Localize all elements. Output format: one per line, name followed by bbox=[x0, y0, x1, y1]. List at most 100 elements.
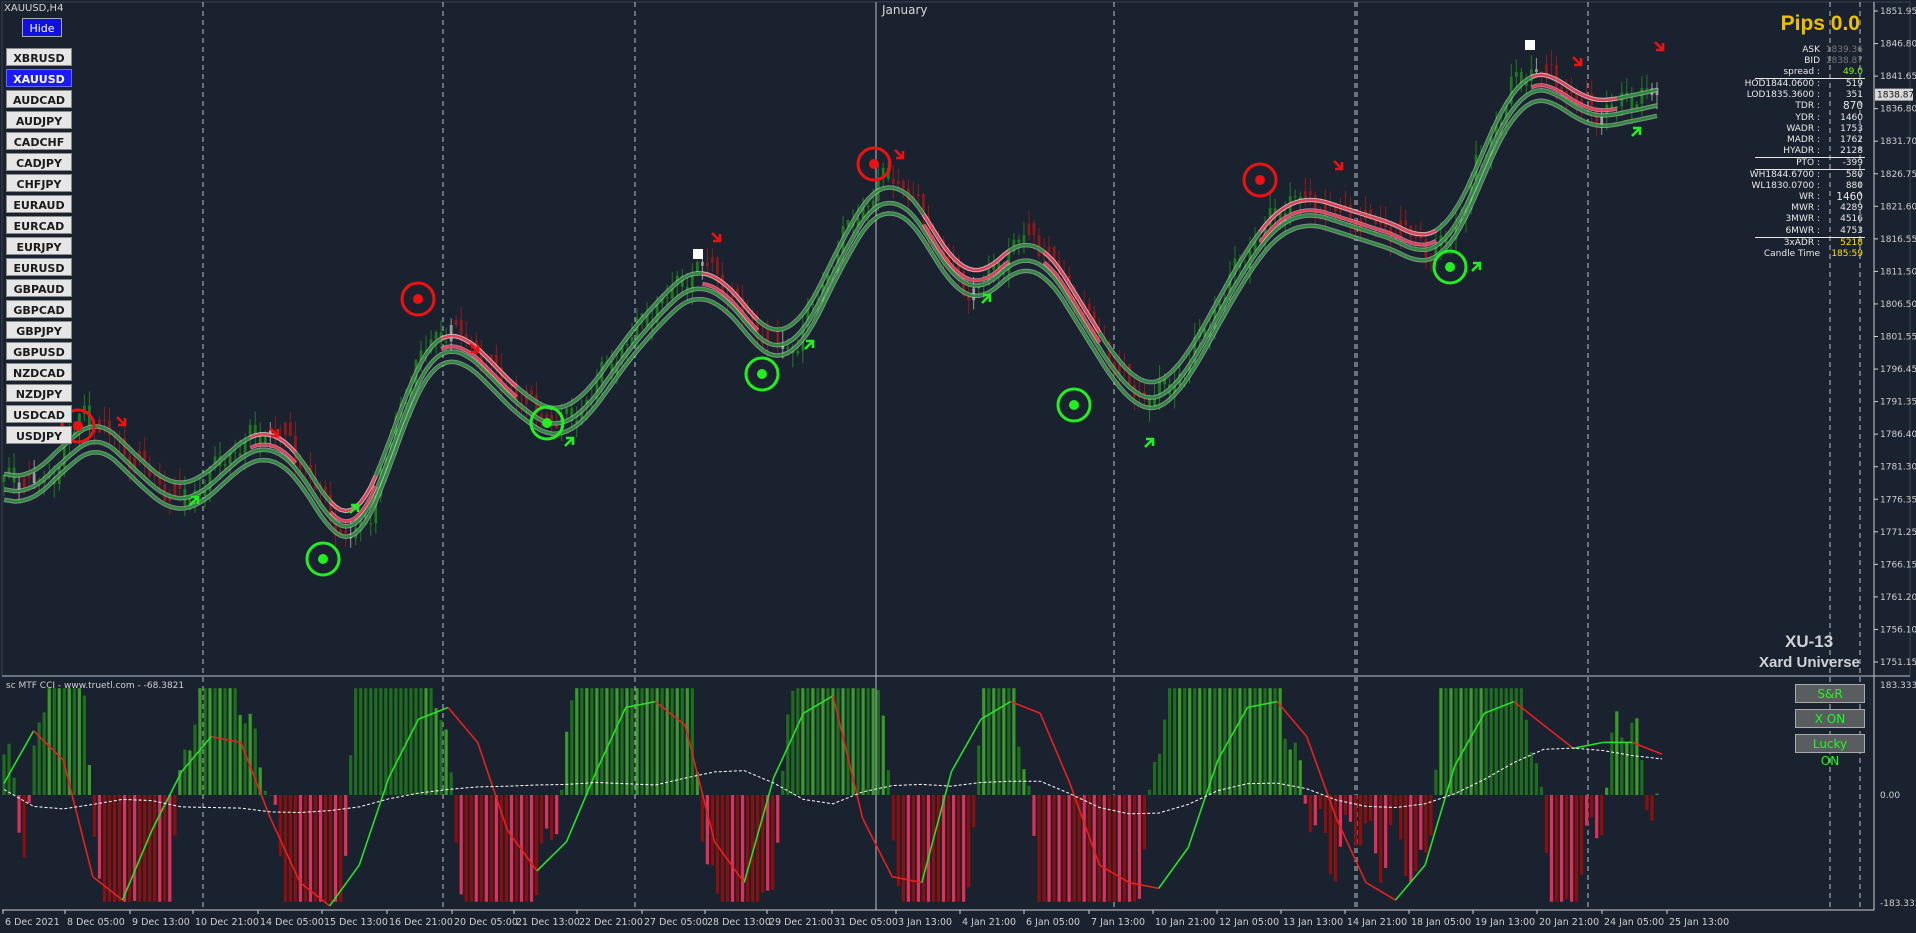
cci-bar bbox=[580, 688, 584, 795]
cci-bar bbox=[1529, 752, 1533, 795]
symbol-button-cadchf[interactable]: CADCHF bbox=[6, 132, 72, 150]
cci-bar bbox=[243, 723, 247, 795]
candle-body bbox=[344, 530, 348, 534]
symbol-button-xauusd[interactable]: XAUUSD bbox=[6, 69, 72, 87]
symbol-button-eurjpy[interactable]: EURJPY bbox=[6, 237, 72, 255]
cci-bar bbox=[1534, 763, 1538, 795]
cci-bar bbox=[1374, 795, 1378, 854]
info-row: 3xADR : 5218 bbox=[1755, 236, 1865, 249]
cci-bar bbox=[364, 688, 368, 795]
cci-bar bbox=[1343, 795, 1348, 816]
cci-bar bbox=[394, 688, 398, 795]
cci-bar bbox=[148, 795, 152, 902]
cci-bar bbox=[1590, 795, 1594, 818]
info-row: Candle Time 185:59 bbox=[1755, 249, 1865, 260]
symbol-button-usdcad[interactable]: USDCAD bbox=[6, 405, 72, 423]
cci-bar bbox=[138, 795, 142, 902]
cci-bar bbox=[756, 795, 760, 902]
symbol-button-nzdcad[interactable]: NZDCAD bbox=[6, 363, 72, 381]
cci-bar bbox=[936, 795, 941, 902]
candle-body bbox=[1550, 64, 1553, 66]
symbol-button-gbpaud[interactable]: GBPAUD bbox=[6, 279, 72, 297]
info-label: YDR : bbox=[1795, 112, 1820, 123]
hide-button[interactable]: Hide bbox=[22, 18, 62, 37]
time-tick-label: 12 Jan 05:00 bbox=[1219, 917, 1279, 928]
cci-bar bbox=[1157, 753, 1162, 795]
cci-bar bbox=[112, 795, 117, 902]
candle-body bbox=[1640, 88, 1644, 104]
chart-canvas[interactable]: 1851.95 1846.80 1841.65 1836.80 1831.70 1826.… bbox=[0, 0, 1916, 933]
cci-bar bbox=[1323, 795, 1327, 834]
cci-bar bbox=[1238, 688, 1242, 795]
time-tick-label: 10 Jan 21:00 bbox=[1155, 917, 1215, 928]
symbol-button-eurusd[interactable]: EURUSD bbox=[6, 258, 72, 276]
cci-bar bbox=[600, 688, 604, 795]
cci-bar bbox=[1253, 688, 1257, 795]
cci-bar bbox=[1067, 795, 1071, 902]
symbol-button-cadjpy[interactable]: CADJPY bbox=[6, 153, 72, 171]
cci-bar bbox=[1298, 760, 1302, 795]
symbol-button-euraud[interactable]: EURAUD bbox=[6, 195, 72, 213]
cci-bar bbox=[1469, 688, 1473, 795]
cci-bar bbox=[349, 755, 353, 795]
cci-bar bbox=[1549, 795, 1554, 902]
price-tick-label: 1816.55 bbox=[1880, 235, 1916, 245]
symbol-button-eurcad[interactable]: EURCAD bbox=[6, 216, 72, 234]
time-tick-label: 4 Jan 21:00 bbox=[962, 917, 1016, 928]
cci-bar bbox=[62, 688, 66, 795]
cci-bar bbox=[585, 688, 589, 795]
candle-body bbox=[711, 257, 714, 263]
x-on-toggle-button[interactable]: X ON bbox=[1795, 709, 1865, 728]
cci-tick-label: 183.3333 bbox=[1880, 681, 1916, 691]
cci-bar bbox=[414, 688, 418, 795]
symbol-button-audcad[interactable]: AUDCAD bbox=[6, 90, 72, 108]
symbol-button-gbpusd[interactable]: GBPUSD bbox=[6, 342, 72, 360]
time-tick-label: 19 Jan 13:00 bbox=[1475, 917, 1535, 928]
cci-bar bbox=[821, 688, 825, 795]
cci-bar bbox=[926, 795, 931, 902]
cci-bar bbox=[308, 795, 313, 902]
cci-bar bbox=[539, 795, 544, 844]
price-tick-label: 1796.45 bbox=[1880, 365, 1916, 375]
cci-bar bbox=[740, 795, 745, 902]
cci-bar bbox=[1363, 795, 1368, 824]
cci-bar bbox=[1404, 795, 1408, 877]
price-tick-label: 1781.30 bbox=[1880, 463, 1916, 473]
cci-bar bbox=[1645, 795, 1649, 811]
cci-bar bbox=[620, 688, 624, 795]
sr-toggle-button[interactable]: S&R bbox=[1795, 684, 1865, 703]
info-row: MWR : 4289 bbox=[1755, 203, 1865, 214]
candle-body bbox=[1308, 191, 1312, 196]
cci-bar bbox=[1193, 688, 1197, 795]
symbol-button-xbrusd[interactable]: XBRUSD bbox=[6, 48, 72, 66]
info-value: 2128 bbox=[1840, 145, 1863, 156]
symbol-button-gbpcad[interactable]: GBPCAD bbox=[6, 300, 72, 318]
candle-body bbox=[786, 346, 790, 349]
cci-bar bbox=[439, 720, 443, 795]
cci-bar bbox=[384, 688, 388, 795]
cci-bar bbox=[489, 795, 493, 902]
pips-readout: Pips 0.0 bbox=[1780, 12, 1860, 35]
cci-bar bbox=[1499, 688, 1503, 795]
symbol-button-audjpy[interactable]: AUDJPY bbox=[6, 111, 72, 129]
cci-bar bbox=[1032, 795, 1036, 836]
symbol-button-chfjpy[interactable]: CHFJPY bbox=[6, 174, 72, 192]
symbol-button-nzdjpy[interactable]: NZDJPY bbox=[6, 384, 72, 402]
symbol-button-usdjpy[interactable]: USDJPY bbox=[6, 426, 72, 444]
price-tick-label: 1826.75 bbox=[1880, 170, 1916, 180]
cci-bar bbox=[1479, 688, 1483, 795]
cci-bar bbox=[876, 689, 880, 795]
lucky-on-toggle-button[interactable]: Lucky ON bbox=[1795, 734, 1865, 768]
cci-bar bbox=[941, 795, 946, 902]
month-label: January bbox=[882, 3, 928, 17]
candle-body bbox=[917, 194, 920, 196]
cci-bar bbox=[570, 700, 574, 795]
cci-bar bbox=[1379, 795, 1383, 883]
cci-bar bbox=[675, 688, 679, 795]
cci-bar bbox=[183, 749, 187, 795]
cci-bar bbox=[555, 795, 559, 835]
cci-bar bbox=[1283, 738, 1287, 795]
info-value: 580 bbox=[1845, 170, 1863, 181]
symbol-button-gbpjpy[interactable]: GBPJPY bbox=[6, 321, 72, 339]
cci-bar bbox=[625, 688, 629, 795]
